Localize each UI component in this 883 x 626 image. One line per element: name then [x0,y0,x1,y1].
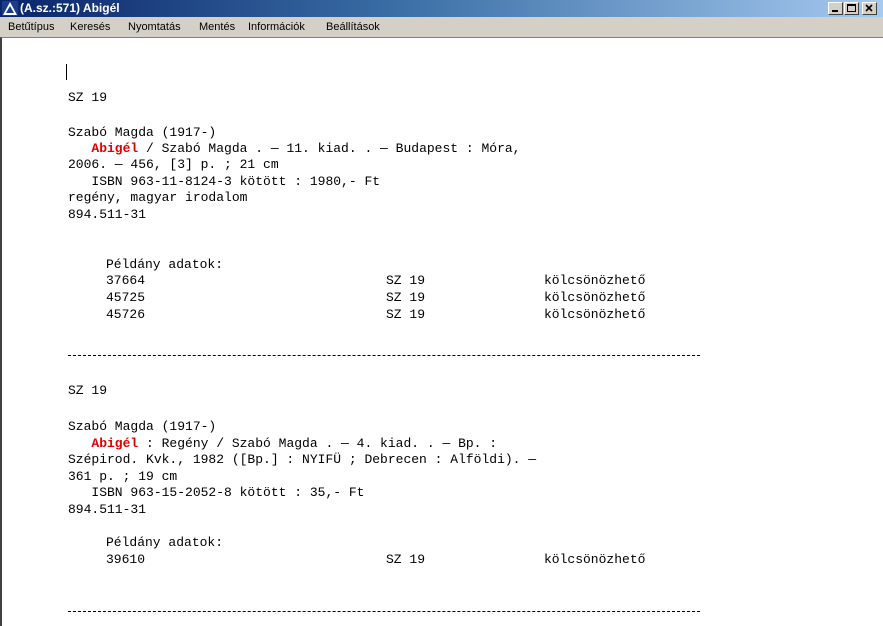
copy-id: 45725 [106,290,146,305]
description-line-2: 2006. — 456, [3] p. ; 21 cm [68,157,279,172]
title-highlight-2: Abigél [91,436,139,451]
shelfmark-2: SZ 19 [68,383,108,398]
app-logo-icon [2,1,18,16]
isbn-line-2: ISBN 963-15-2052-8 kötött : 35,- Ft [68,485,365,500]
maximize-button[interactable] [844,2,859,15]
description-rest-1: / Szabó Magda . — 11. kiad. . — Budapest… [138,141,521,156]
maximize-icon [847,4,856,12]
window-title: (A.sz.:571) Abigél [20,1,120,15]
menu-save[interactable]: Mentés [199,21,235,34]
copy-status: kölcsönözhető [544,307,646,322]
record-separator [68,355,700,356]
author-2: Szabó Magda (1917-) [68,419,217,434]
record-separator [68,611,700,612]
copy-status: kölcsönözhető [544,273,646,288]
description-line-2: Szépirod. Kvk., 1982 ([Bp.] : NYIFÜ ; De… [68,452,537,467]
menu-search[interactable]: Keresés [70,21,110,34]
menu-settings[interactable]: Beállítások [326,21,380,34]
shelfmark-1: SZ 19 [68,90,108,105]
minimize-button[interactable] [828,2,843,15]
subject-line-1: regény, magyar irodalom [68,190,248,205]
copies-header-2: Példány adatok: [106,535,224,550]
description-line-1: Abigél / Szabó Magda . — 11. kiad. . — B… [68,141,520,156]
close-button[interactable] [862,2,877,15]
description-rest-2: : Regény / Szabó Magda . — 4. kiad. . — … [138,436,498,451]
author-1: Szabó Magda (1917-) [68,125,217,140]
record-text-area[interactable]: SZ 19 Szabó Magda (1917-) Abigél / Szabó… [0,37,883,626]
copy-id: 37664 [106,273,146,288]
description-line-3: 361 p. ; 19 cm [68,469,178,484]
copy-shelf: SZ 19 [386,273,426,288]
copy-shelf: SZ 19 [386,307,426,322]
copy-shelf: SZ 19 [386,290,426,305]
copy-status: kölcsönözhető [544,552,646,567]
copy-shelf: SZ 19 [386,552,426,567]
application-window: (A.sz.:571) Abigél Betűtípus Keresés Nyo… [0,0,883,626]
copy-id: 45726 [106,307,146,322]
isbn-line-1: ISBN 963-11-8124-3 kötött : 1980,- Ft [68,174,381,189]
close-icon [865,4,873,12]
title-bar[interactable]: (A.sz.:571) Abigél [0,0,883,17]
classification-1: 894.511-31 [68,207,147,222]
copy-status: kölcsönözhető [544,290,646,305]
copies-header-1: Példány adatok: [106,257,224,272]
minimize-icon [832,10,838,12]
copy-id: 39610 [106,552,146,567]
menu-bar: Betűtípus Keresés Nyomtatás Mentés Infor… [0,17,883,37]
menu-print[interactable]: Nyomtatás [128,21,181,34]
title-highlight-1: Abigél [91,141,139,156]
classification-2: 894.511-31 [68,502,147,517]
text-cursor [66,64,67,80]
menu-info[interactable]: Információk [248,21,305,34]
description-line-1: Abigél : Regény / Szabó Magda . — 4. kia… [68,436,497,451]
menu-font[interactable]: Betűtípus [8,21,54,34]
